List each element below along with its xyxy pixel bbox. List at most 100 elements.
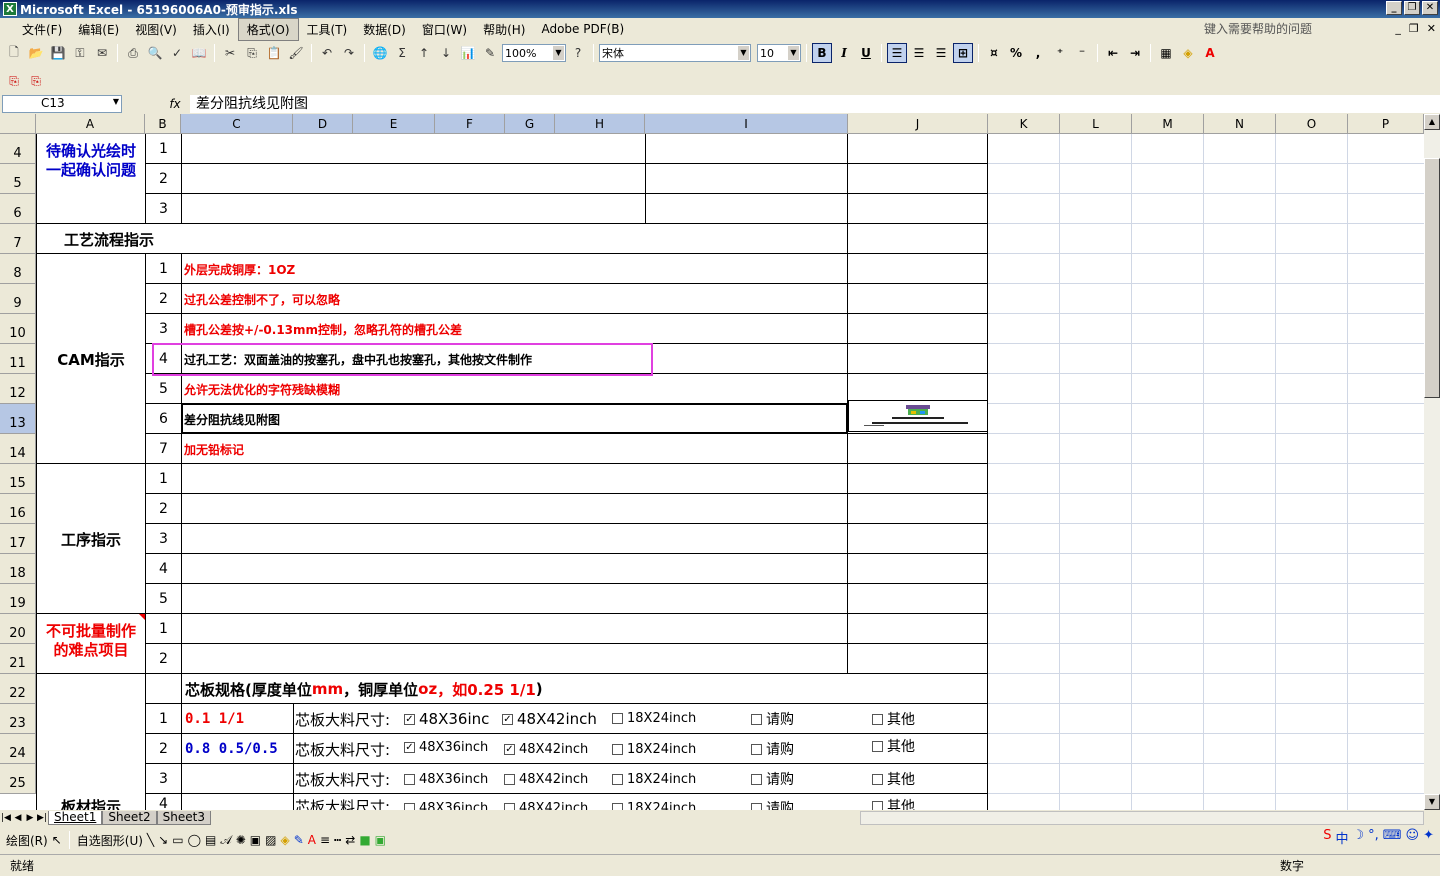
rectangle-icon[interactable]: ▭: [172, 833, 183, 847]
option-18x24[interactable]: 18X24inch: [612, 798, 696, 810]
decrease-decimal-icon[interactable]: ⁻: [1072, 43, 1092, 63]
paste-icon[interactable]: 📋: [264, 43, 284, 63]
convert-pdf-icon[interactable]: ⎘: [4, 71, 24, 91]
tab-sheet1[interactable]: Sheet1: [48, 811, 103, 825]
option-purchase[interactable]: 请购: [751, 798, 794, 810]
option-48x36[interactable]: 48X36inch: [404, 764, 488, 794]
option-18x24[interactable]: 18X24inch: [612, 734, 696, 764]
row-header-6[interactable]: 6: [0, 194, 36, 224]
line-style-icon[interactable]: ≡: [320, 833, 330, 847]
print-preview-icon[interactable]: 🔍: [145, 43, 165, 63]
column-header-m[interactable]: M: [1132, 114, 1204, 134]
column-header-l[interactable]: L: [1060, 114, 1132, 134]
keyboard-icon[interactable]: ⌨: [1383, 828, 1402, 847]
row-header-20[interactable]: 20: [0, 614, 36, 644]
column-header-n[interactable]: N: [1204, 114, 1276, 134]
checkbox-checked-icon[interactable]: ✓: [504, 743, 515, 755]
row-header-7[interactable]: 7: [0, 224, 36, 254]
3d-icon[interactable]: ▣: [375, 833, 386, 847]
research-icon[interactable]: 📖: [189, 43, 209, 63]
option-48x42[interactable]: ✓ 48X42inch: [504, 734, 588, 764]
checkbox-checked-icon[interactable]: ✓: [502, 713, 513, 725]
option-other[interactable]: 其他: [872, 764, 915, 794]
row-header-5[interactable]: 5: [0, 164, 36, 194]
font-select[interactable]: 宋体 ▼: [599, 44, 751, 62]
tab-sheet2[interactable]: Sheet2: [102, 811, 157, 825]
percent-button[interactable]: %: [1006, 43, 1026, 63]
textbox-icon[interactable]: ▤: [205, 833, 216, 847]
redo-icon[interactable]: ↷: [339, 43, 359, 63]
row-header-16[interactable]: 16: [0, 494, 36, 524]
row-header-24[interactable]: 24: [0, 734, 36, 764]
column-header-j[interactable]: J: [848, 114, 988, 134]
pdf-email-icon[interactable]: ⎘: [26, 71, 46, 91]
column-header-d[interactable]: D: [293, 114, 353, 134]
row-header-12[interactable]: 12: [0, 374, 36, 404]
row-header-23[interactable]: 23: [0, 704, 36, 734]
checkbox-icon[interactable]: [612, 802, 623, 810]
fx-icon[interactable]: fx: [160, 97, 190, 111]
menu-tools[interactable]: 工具(T): [299, 19, 356, 40]
menu-window[interactable]: 窗口(W): [414, 19, 475, 40]
checkbox-icon[interactable]: [872, 713, 883, 725]
menu-adobe-pdf[interactable]: Adobe PDF(B): [533, 20, 632, 38]
minimize-button[interactable]: _: [1386, 1, 1402, 15]
increase-decimal-icon[interactable]: ⁺: [1050, 43, 1070, 63]
row-header-15[interactable]: 15: [0, 464, 36, 494]
column-header-h[interactable]: H: [555, 114, 645, 134]
checkbox-checked-icon[interactable]: ✓: [404, 713, 415, 725]
column-header-a[interactable]: A: [36, 114, 145, 134]
last-sheet-icon[interactable]: ▶|: [36, 813, 48, 823]
formula-input[interactable]: 差分阻抗线见附图: [190, 95, 1440, 113]
column-header-b[interactable]: B: [145, 114, 181, 134]
format-painter-icon[interactable]: 🖌: [286, 43, 306, 63]
autoshape-menu[interactable]: 自选图形(U): [77, 832, 143, 849]
checkbox-icon[interactable]: [612, 773, 623, 785]
row-header-22[interactable]: 22: [0, 674, 36, 704]
menu-view[interactable]: 视图(V): [127, 19, 185, 40]
option-48x36[interactable]: ✓ 48X36inc: [404, 704, 489, 734]
decrease-indent-icon[interactable]: ⇤: [1103, 43, 1123, 63]
undo-icon[interactable]: ↶: [317, 43, 337, 63]
row-header-8[interactable]: 8: [0, 254, 36, 284]
fill-color-icon[interactable]: ◈: [1178, 43, 1198, 63]
align-left-icon[interactable]: ☰: [887, 43, 907, 63]
option-purchase[interactable]: 请购: [751, 704, 794, 734]
menu-format[interactable]: 格式(O): [237, 17, 299, 41]
menu-file[interactable]: 文件(F): [14, 19, 70, 40]
option-18x24[interactable]: 18X24inch: [612, 764, 696, 794]
drawing-icon[interactable]: ✎: [480, 43, 500, 63]
ime-mode[interactable]: 中: [1335, 828, 1348, 847]
sort-descending-icon[interactable]: ↓: [436, 43, 456, 63]
column-header-p[interactable]: P: [1348, 114, 1424, 134]
scroll-thumb[interactable]: [1424, 158, 1440, 398]
checkbox-icon[interactable]: [504, 773, 515, 785]
picture-icon[interactable]: ▨: [265, 833, 276, 847]
checkbox-icon[interactable]: [872, 800, 883, 810]
row-header-9[interactable]: 9: [0, 284, 36, 314]
row-header-11[interactable]: 11: [0, 344, 36, 374]
next-sheet-icon[interactable]: ▶: [24, 813, 36, 823]
checkbox-icon[interactable]: [404, 802, 415, 810]
row-header-4[interactable]: 4: [0, 134, 36, 164]
comma-button[interactable]: ,: [1028, 43, 1048, 63]
checkbox-icon[interactable]: [612, 712, 623, 724]
option-48x42[interactable]: 48X42inch: [504, 798, 588, 810]
checkbox-icon[interactable]: [404, 773, 415, 785]
menu-insert[interactable]: 插入(I): [185, 19, 238, 40]
row-header-19[interactable]: 19: [0, 584, 36, 614]
shadow-icon[interactable]: ■: [359, 833, 370, 847]
diagram-icon[interactable]: ✺: [236, 833, 246, 847]
column-header-e[interactable]: E: [353, 114, 435, 134]
checkbox-icon[interactable]: [872, 740, 883, 752]
row-header-21[interactable]: 21: [0, 644, 36, 674]
draw-menu[interactable]: 绘图(R): [6, 832, 48, 849]
tab-sheet3[interactable]: Sheet3: [156, 811, 211, 825]
checkbox-checked-icon[interactable]: ✓: [404, 741, 415, 753]
align-center-icon[interactable]: ☰: [909, 43, 929, 63]
checkbox-icon[interactable]: [872, 773, 883, 785]
spelling-icon[interactable]: ✓: [167, 43, 187, 63]
font-color-icon[interactable]: A: [1200, 43, 1220, 63]
checkbox-icon[interactable]: [751, 743, 762, 755]
permission-icon[interactable]: ⚿: [70, 43, 90, 63]
